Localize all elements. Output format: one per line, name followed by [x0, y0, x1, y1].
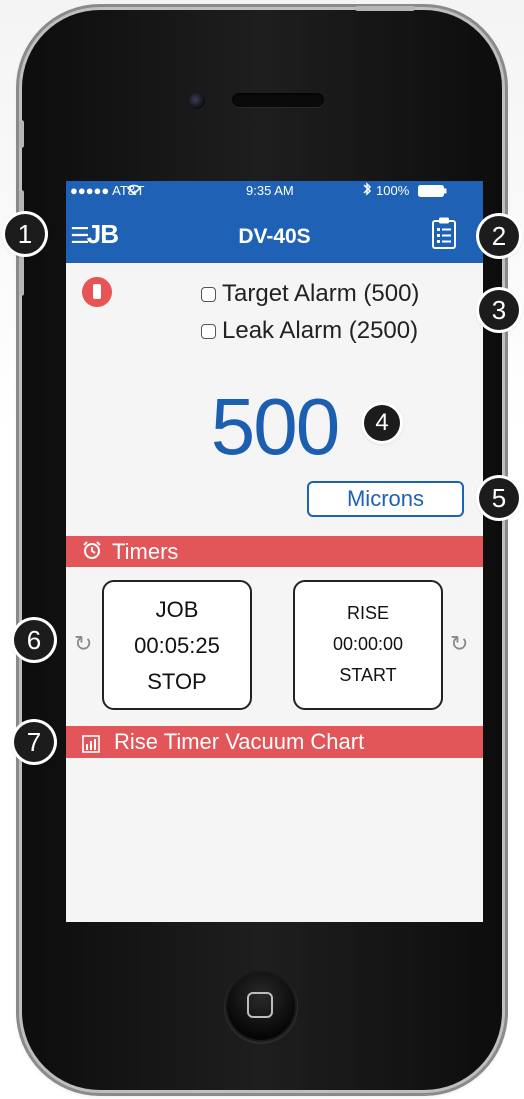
reset-rise-timer-icon[interactable]: ↻ — [450, 631, 468, 657]
job-timer-button[interactable]: JOB 00:05:25 STOP — [102, 580, 252, 710]
rise-timer-time: 00:00:00 — [332, 634, 404, 654]
rise-timer-button[interactable]: RISE 00:00:00 START — [293, 580, 443, 710]
timers-header: Timers — [66, 536, 483, 567]
home-square-icon — [247, 992, 273, 1018]
bar-chart-icon — [82, 733, 100, 759]
clock-label: 9:35 AM — [246, 183, 294, 198]
chart-area — [66, 758, 483, 922]
phone-screen: ●●●●● AT&T 9:35 AM 100% ☰JB DV-40S Targe… — [66, 181, 483, 922]
nav-bar: ☰JB DV-40S — [66, 201, 483, 263]
target-alarm-label: Target Alarm (500) — [222, 280, 420, 307]
clipboard-icon[interactable] — [431, 216, 457, 250]
vacuum-reading: 500 — [210, 382, 340, 471]
callout-1: 1 — [5, 214, 45, 254]
callout-6: 6 — [14, 620, 54, 660]
alarm-clock-icon — [82, 540, 102, 566]
rise-chart-header[interactable]: Rise Timer Vacuum Chart — [66, 726, 483, 758]
battery-low-icon — [82, 277, 112, 307]
rise-chart-header-label: Rise Timer Vacuum Chart — [114, 729, 365, 754]
nav-title: DV-40S — [238, 225, 311, 248]
status-bar: ●●●●● AT&T 9:35 AM 100% — [66, 181, 483, 201]
silent-switch — [19, 120, 24, 148]
timers-header-label: Timers — [112, 539, 179, 564]
callout-7: 7 — [14, 722, 54, 762]
wifi-icon — [126, 182, 142, 198]
earpiece-speaker — [232, 93, 324, 107]
reset-job-timer-icon[interactable]: ↻ — [74, 631, 92, 657]
target-alarm-checkbox[interactable]: Target Alarm (500) — [201, 280, 419, 308]
callout-5: 5 — [479, 478, 519, 518]
battery-percent: 100% — [376, 183, 410, 198]
power-button — [355, 6, 415, 11]
checkbox-box — [201, 287, 216, 303]
battery-icon — [418, 185, 448, 200]
callout-2: 2 — [479, 216, 519, 256]
leak-alarm-checkbox[interactable]: Leak Alarm (2500) — [201, 317, 418, 345]
checkbox-box — [201, 324, 216, 340]
job-timer-time: 00:05:25 — [134, 633, 220, 658]
job-timer-title: JOB — [155, 597, 199, 622]
callout-3: 3 — [479, 290, 519, 330]
rise-timer-action: START — [339, 665, 397, 685]
units-button[interactable]: Microns — [307, 481, 464, 517]
job-timer-action: STOP — [147, 669, 207, 694]
bluetooth-icon — [362, 181, 372, 200]
leak-alarm-label: Leak Alarm (2500) — [222, 317, 419, 344]
front-camera — [189, 93, 205, 109]
rise-timer-title: RISE — [346, 603, 389, 623]
callout-4: 4 — [364, 405, 400, 441]
volume-down-button — [19, 252, 24, 296]
